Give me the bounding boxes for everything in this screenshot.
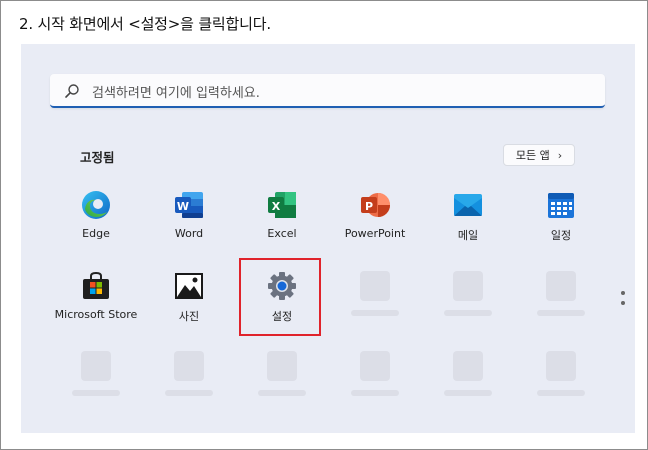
all-apps-label: 모든 앱 bbox=[515, 149, 550, 162]
settings-highlight-box bbox=[239, 258, 321, 336]
pinned-app-photos[interactable]: 사진 bbox=[144, 270, 234, 324]
empty-pinned-slot bbox=[330, 351, 420, 396]
empty-pinned-slot bbox=[330, 271, 420, 316]
photos-icon bbox=[175, 273, 203, 299]
empty-pinned-slot bbox=[516, 271, 606, 316]
chevron-right-icon: › bbox=[557, 148, 563, 162]
app-label: 일정 bbox=[550, 229, 572, 242]
pinned-app-calendar[interactable]: 일정 bbox=[516, 189, 606, 243]
pinned-app-excel[interactable]: X Excel bbox=[237, 189, 327, 240]
empty-pinned-slot bbox=[516, 351, 606, 396]
instruction-text: 2. 시작 화면에서 <설정>을 클릭합니다. bbox=[19, 15, 271, 33]
empty-pinned-slot bbox=[237, 351, 327, 396]
page-indicator[interactable] bbox=[620, 291, 626, 311]
mail-icon bbox=[454, 194, 482, 216]
edge-icon bbox=[82, 191, 110, 219]
calendar-icon bbox=[548, 193, 574, 218]
word-icon: W bbox=[175, 192, 203, 218]
empty-pinned-slot bbox=[144, 351, 234, 396]
store-icon bbox=[83, 271, 109, 299]
app-label: 메일 bbox=[457, 229, 479, 242]
empty-pinned-slot bbox=[423, 271, 513, 316]
page-dot bbox=[621, 291, 625, 295]
app-label: 사진 bbox=[178, 310, 200, 323]
start-menu: 검색하려면 여기에 입력하세요. 고정됨 모든 앱 › Edge W Word … bbox=[21, 44, 635, 433]
pinned-app-powerpoint[interactable]: P PowerPoint bbox=[330, 189, 420, 240]
app-label: Edge bbox=[82, 227, 110, 240]
search-icon bbox=[65, 84, 79, 98]
empty-pinned-slot bbox=[51, 351, 141, 396]
pinned-app-edge[interactable]: Edge bbox=[51, 189, 141, 240]
powerpoint-icon: P bbox=[361, 193, 390, 217]
excel-icon: X bbox=[268, 192, 296, 218]
search-input[interactable]: 검색하려면 여기에 입력하세요. bbox=[50, 74, 605, 108]
page-dot bbox=[621, 301, 625, 305]
svg-text:P: P bbox=[365, 200, 373, 213]
app-label: PowerPoint bbox=[344, 227, 406, 240]
svg-text:W: W bbox=[177, 200, 189, 213]
pinned-app-word[interactable]: W Word bbox=[144, 189, 234, 240]
all-apps-button[interactable]: 모든 앱 › bbox=[503, 144, 575, 166]
search-placeholder: 검색하려면 여기에 입력하세요. bbox=[92, 86, 260, 101]
screenshot-frame: 2. 시작 화면에서 <설정>을 클릭합니다. 검색하려면 여기에 입력하세요.… bbox=[0, 0, 648, 450]
pinned-app-mail[interactable]: 메일 bbox=[423, 189, 513, 243]
svg-text:X: X bbox=[272, 200, 281, 213]
app-label: Word bbox=[174, 227, 204, 240]
app-label: Microsoft Store bbox=[54, 308, 138, 321]
pinned-section-title: 고정됨 bbox=[80, 150, 115, 165]
app-label: Excel bbox=[267, 227, 297, 240]
pinned-app-microsoft-store[interactable]: Microsoft Store bbox=[51, 270, 141, 321]
empty-pinned-slot bbox=[423, 351, 513, 396]
